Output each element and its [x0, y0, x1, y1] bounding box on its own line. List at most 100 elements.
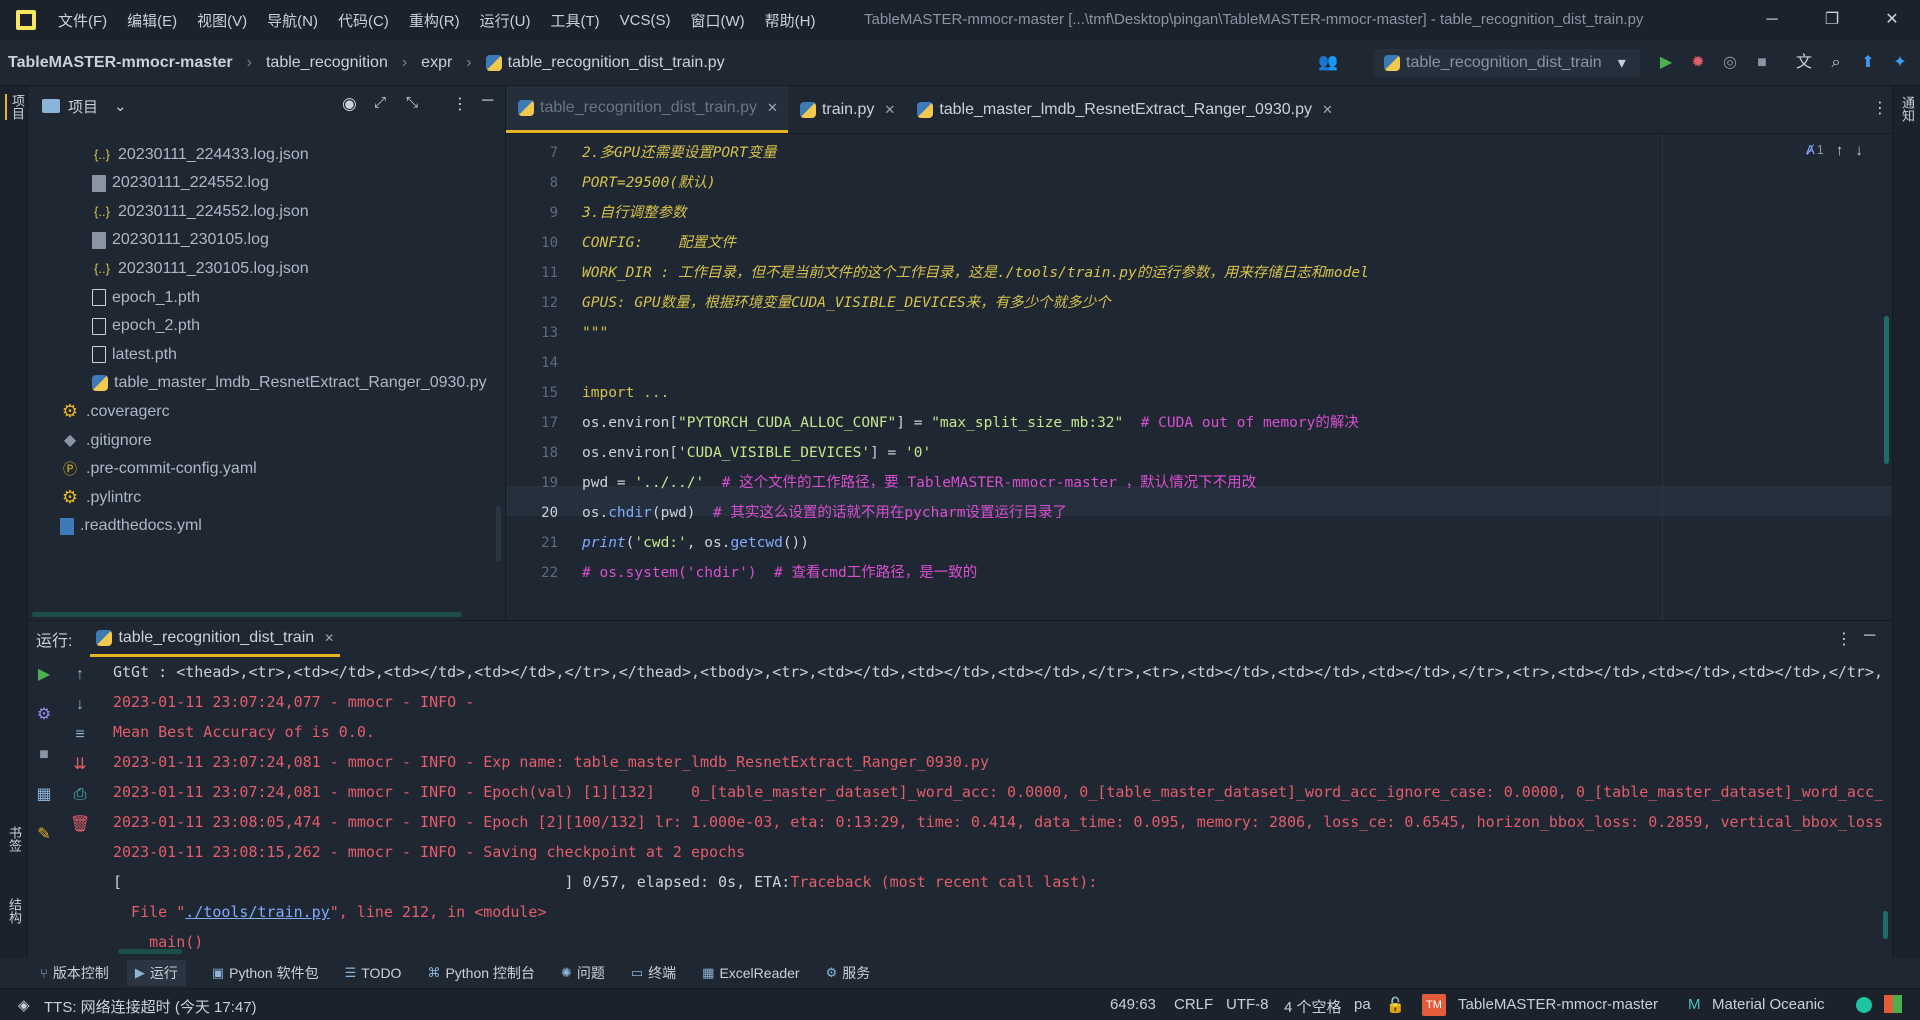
code-line[interactable]	[582, 348, 1872, 378]
tool-window-button[interactable]: ⚙ 服务	[826, 963, 871, 983]
tool-window-button[interactable]: ⑂ 版本控制	[40, 963, 109, 983]
menu-tools[interactable]: 工具(T)	[550, 10, 599, 31]
scroll-to-end-icon[interactable]: ⇊	[70, 755, 90, 775]
line-number[interactable]: 14	[506, 348, 568, 378]
line-number[interactable]: 12	[506, 288, 568, 318]
collapse-all-icon[interactable]: ⤡	[406, 94, 418, 111]
tree-scrollbar[interactable]	[496, 506, 501, 562]
breadcrumb-subfolder[interactable]: expr	[421, 54, 452, 72]
line-number[interactable]: 15	[506, 378, 568, 408]
stop-icon[interactable]: ■	[34, 745, 54, 765]
hide-panel-icon[interactable]: ─	[1864, 627, 1875, 645]
line-number[interactable]: 10	[506, 228, 568, 258]
line-number[interactable]: 18	[506, 438, 568, 468]
layout-icon[interactable]: ▦	[34, 785, 54, 805]
console-scrollbar[interactable]	[1883, 911, 1888, 939]
traceback-file-link[interactable]: ./tools/train.py	[185, 903, 330, 921]
code-line[interactable]: pwd = '../../' # 这个文件的工作路径，要 TableMASTER…	[582, 468, 1872, 498]
project-name[interactable]: TableMASTER-mmocr-master	[1458, 996, 1658, 1013]
close-window-button[interactable]: ✕	[1872, 6, 1912, 34]
code-line[interactable]: 2.多GPU还需要设置PORT变量	[582, 138, 1872, 168]
line-number[interactable]: 13	[506, 318, 568, 348]
restore-button[interactable]: ❐	[1812, 6, 1852, 34]
close-icon[interactable]: ✕	[1322, 102, 1333, 118]
menu-code[interactable]: 代码(C)	[338, 10, 389, 31]
hide-panel-icon[interactable]: ─	[482, 92, 493, 110]
bookmarks-tool-button[interactable]: 书签	[5, 826, 24, 852]
line-number[interactable]: 8	[506, 168, 568, 198]
tab-table-master-config[interactable]: table_master_lmdb_ResnetExtract_Ranger_0…	[905, 86, 1343, 133]
code-line[interactable]: CONFIG: 配置文件	[582, 228, 1872, 258]
line-number[interactable]: 20	[506, 498, 568, 528]
run-icon[interactable]: ▶	[1656, 53, 1676, 73]
debug-icon[interactable]: ✹	[1688, 53, 1708, 73]
menu-help[interactable]: 帮助(H)	[765, 10, 816, 31]
indent-setting[interactable]: 4 个空格	[1284, 996, 1342, 1017]
arrow-up-icon[interactable]: ↑	[70, 665, 90, 685]
tool-window-button[interactable]: ▣ Python 软件包	[212, 963, 319, 983]
menu-navigate[interactable]: 导航(N)	[267, 10, 318, 31]
caret-position[interactable]: 649:63	[1110, 996, 1156, 1013]
line-number[interactable]: 22	[506, 558, 568, 588]
layers-icon[interactable]: ◈	[18, 996, 30, 1014]
more-options-icon[interactable]: ⋮	[1836, 629, 1852, 649]
tool-window-button[interactable]: ☰ TODO	[345, 965, 402, 981]
code-line[interactable]: import ...	[582, 378, 1872, 408]
code-line[interactable]: # os.system('chdir') # 查看cmd工作路径，是一致的	[582, 558, 1872, 588]
close-icon[interactable]: ✕	[767, 100, 778, 116]
project-panel-title[interactable]: 项目	[68, 96, 98, 117]
file-encoding[interactable]: UTF-8	[1226, 996, 1269, 1013]
arrow-down-icon[interactable]: ↓	[70, 695, 90, 715]
minimize-button[interactable]: ─	[1752, 6, 1792, 34]
menu-vcs[interactable]: VCS(S)	[620, 12, 671, 29]
update-icon[interactable]: ⬆	[1858, 53, 1878, 73]
line-number[interactable]: 21	[506, 528, 568, 558]
more-options-icon[interactable]: ⋮	[452, 94, 468, 114]
breadcrumb-folder[interactable]: table_recognition	[266, 54, 388, 72]
code-line[interactable]: PORT=29500(默认)	[582, 168, 1872, 198]
inspection-widget[interactable]: Ⱥ 1 ↑ ↓	[1806, 142, 1863, 159]
locate-icon[interactable]: ◉	[342, 94, 357, 114]
code-line[interactable]: os.environ["PYTORCH_CUDA_ALLOC_CONF"] = …	[582, 408, 1872, 438]
search-icon[interactable]: ⌕	[1826, 53, 1846, 73]
pin-icon[interactable]: ✎	[34, 825, 54, 845]
tree-item[interactable]: .readthedocs.yml	[60, 509, 202, 544]
expand-all-icon[interactable]: ⤢	[374, 94, 386, 111]
code-line[interactable]: os.chdir(pwd) # 其实这么设置的话就不用在pycharm设置运行目…	[582, 498, 1872, 528]
tool-window-button[interactable]: ▦ ExcelReader	[702, 965, 799, 981]
breadcrumb-project[interactable]: TableMASTER-mmocr-master	[8, 54, 233, 72]
theme-name[interactable]: Material Oceanic	[1712, 996, 1825, 1013]
status-indicator-icon[interactable]	[1856, 997, 1872, 1013]
translate-icon[interactable]: 文	[1794, 53, 1814, 73]
editor-scrollbar[interactable]	[1884, 316, 1889, 464]
more-tabs-icon[interactable]: ⋮	[1872, 98, 1888, 118]
close-icon[interactable]: ✕	[324, 631, 334, 645]
menu-refactor[interactable]: 重构(R)	[409, 10, 460, 31]
python-interpreter[interactable]: pa	[1354, 996, 1371, 1013]
lock-icon[interactable]: 🔓	[1386, 996, 1405, 1014]
line-separator[interactable]: CRLF	[1174, 996, 1213, 1013]
code-line[interactable]: 3.自行调整参数	[582, 198, 1872, 228]
breadcrumb-file[interactable]: table_recognition_dist_train.py	[485, 54, 725, 72]
arrow-up-icon[interactable]: ↑	[1836, 142, 1844, 159]
arrow-down-icon[interactable]: ↓	[1855, 142, 1863, 159]
console-h-scrollbar[interactable]	[118, 949, 182, 954]
code-line[interactable]: WORK_DIR : 工作目录，但不是当前文件的这个工作目录，这是./tools…	[582, 258, 1872, 288]
trash-icon[interactable]: 🗑	[70, 815, 90, 835]
notifications-tool-button[interactable]: 通知	[1898, 96, 1917, 122]
settings-icon[interactable]: ⚙	[34, 705, 54, 725]
status-message[interactable]: TTS: 网络连接超时 (今天 17:47)	[44, 996, 257, 1017]
print-icon[interactable]: ⎙	[70, 785, 90, 805]
line-number[interactable]: 7	[506, 138, 568, 168]
run-config-selector[interactable]: table_recognition_dist_train ▾	[1374, 49, 1640, 77]
code-line[interactable]: os.environ['CUDA_VISIBLE_DEVICES'] = '0'	[582, 438, 1872, 468]
console-output[interactable]: GtGt : <thead>,<tr>,<td></td>,<td></td>,…	[113, 657, 1883, 967]
assistant-icon[interactable]: ✦	[1890, 53, 1910, 73]
line-number[interactable]: 17	[506, 408, 568, 438]
tool-window-button[interactable]: ⌘ Python 控制台	[427, 963, 534, 983]
menu-edit[interactable]: 编辑(E)	[127, 10, 177, 31]
line-number[interactable]: 19	[506, 468, 568, 498]
menu-run[interactable]: 运行(U)	[480, 10, 531, 31]
close-icon[interactable]: ✕	[884, 102, 895, 118]
tool-window-button[interactable]: ▶ 运行	[126, 960, 186, 986]
